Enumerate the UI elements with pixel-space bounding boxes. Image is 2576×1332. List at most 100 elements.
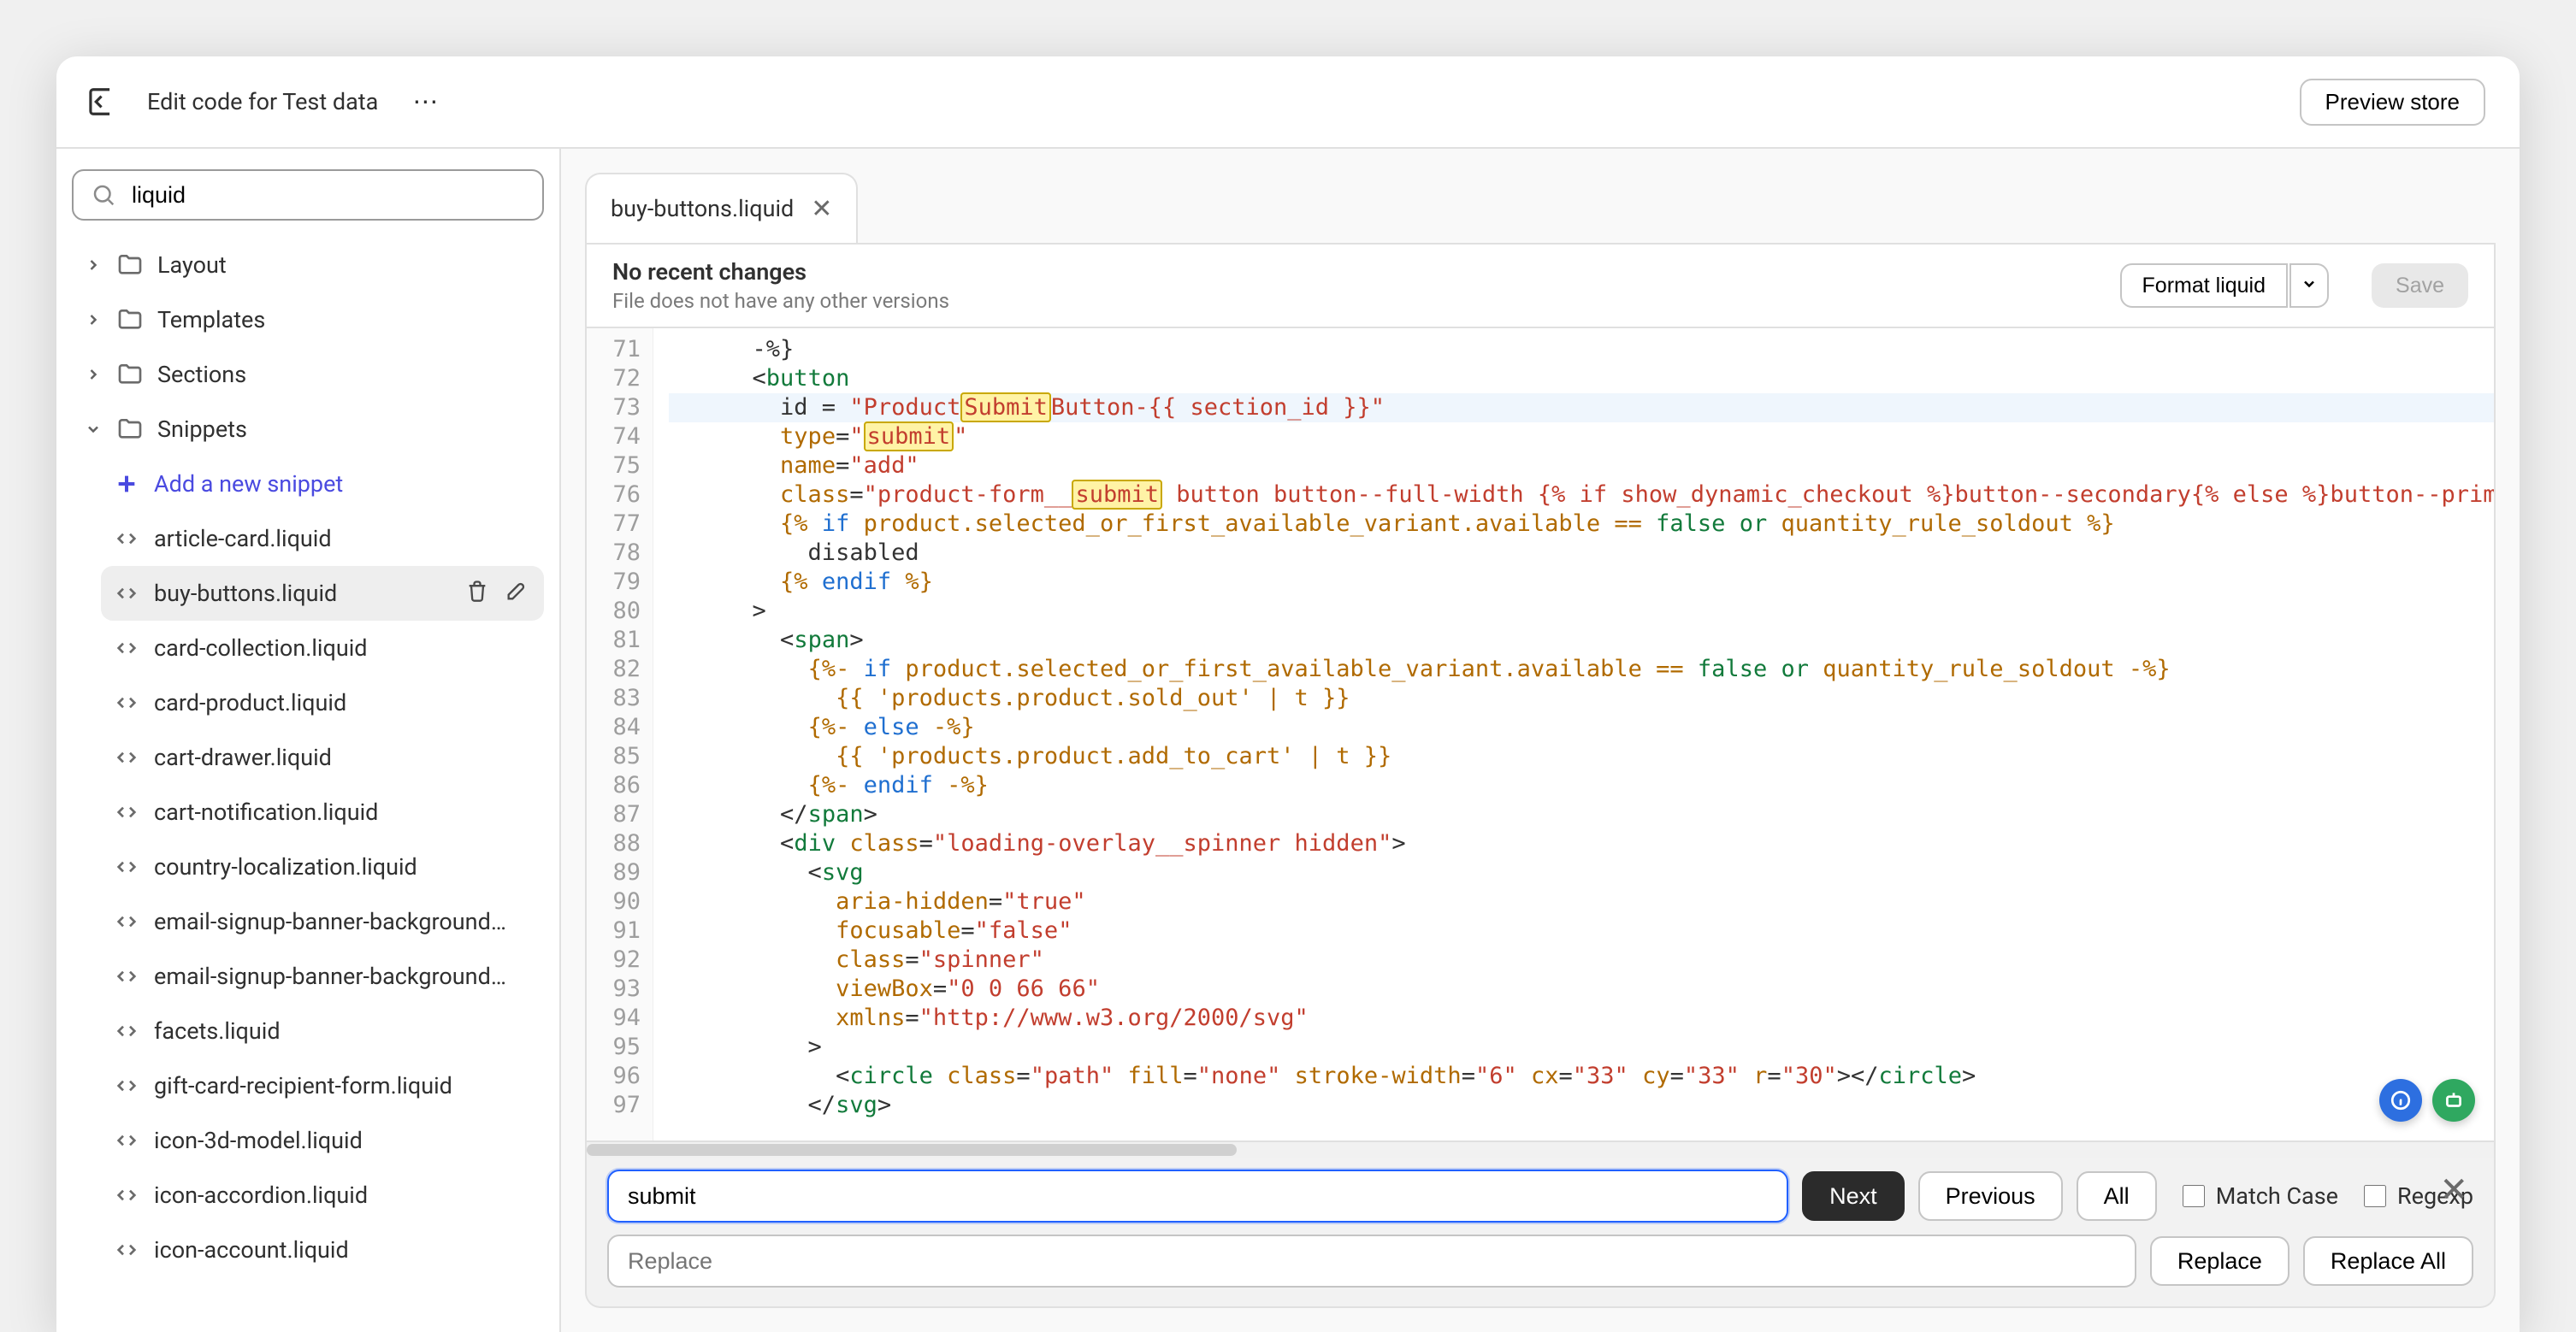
scrollbar-thumb[interactable] (587, 1144, 1237, 1156)
snippet-label: cart-notification.liquid (154, 799, 532, 826)
snippet-item[interactable]: facets.liquid (101, 1004, 544, 1058)
folder-label: Templates (157, 306, 265, 333)
snippet-item[interactable]: email-signup-banner-background… (101, 894, 544, 949)
code-file-icon (113, 580, 140, 607)
find-input[interactable] (607, 1170, 1788, 1223)
rename-icon[interactable] (501, 575, 532, 612)
code-file-icon (113, 963, 140, 990)
snippet-label: cart-drawer.liquid (154, 744, 532, 771)
code-body[interactable]: -%} <button id = "ProductSubmitButton-{{… (653, 328, 2494, 1140)
horizontal-scrollbar[interactable] (585, 1142, 2496, 1158)
code-file-icon (113, 1072, 140, 1099)
folder-layout[interactable]: Layout (72, 238, 544, 292)
code-file-icon (113, 908, 140, 935)
chevron-right-icon (84, 311, 103, 328)
tab-file[interactable]: buy-buttons.liquid ✕ (585, 173, 858, 243)
version-infobar: No recent changes File does not have any… (585, 243, 2496, 328)
folder-label: Sections (157, 361, 246, 388)
infobar-subtitle: File does not have any other versions (612, 289, 949, 313)
row-actions (462, 575, 532, 612)
find-replace-panel: ✕ Next Previous All Match Case Regexp (585, 1158, 2496, 1308)
close-icon[interactable]: ✕ (811, 194, 832, 224)
editor-floating-actions (2379, 1079, 2475, 1122)
folder-templates[interactable]: Templates (72, 292, 544, 347)
replace-button[interactable]: Replace (2150, 1236, 2289, 1286)
find-next-button[interactable]: Next (1802, 1171, 1905, 1221)
snippet-item[interactable]: icon-account.liquid (101, 1223, 544, 1277)
find-all-button[interactable]: All (2077, 1171, 2157, 1221)
snippet-label: email-signup-banner-background… (154, 908, 532, 935)
snippet-item[interactable]: card-product.liquid (101, 675, 544, 730)
snippet-label: card-product.liquid (154, 689, 532, 716)
more-icon[interactable]: ⋯ (402, 80, 450, 124)
regexp-input[interactable] (2364, 1185, 2386, 1207)
save-button[interactable]: Save (2372, 263, 2468, 308)
match-case-label: Match Case (2216, 1182, 2338, 1210)
folder-label: Layout (157, 251, 227, 279)
line-gutter: 7172737475767778798081828384858687888990… (587, 328, 653, 1140)
snippet-item[interactable]: icon-accordion.liquid (101, 1168, 544, 1223)
snippet-item[interactable]: gift-card-recipient-form.liquid (101, 1058, 544, 1113)
tab-bar: buy-buttons.liquid ✕ (585, 173, 2496, 243)
sidebar-search-input[interactable] (72, 169, 544, 221)
format-liquid-dropdown[interactable] (2289, 263, 2329, 308)
infobar-title: No recent changes (612, 258, 949, 286)
snippet-item[interactable]: email-signup-banner-background… (101, 949, 544, 1004)
snippet-label: facets.liquid (154, 1017, 532, 1045)
chevron-right-icon (84, 256, 103, 274)
code-file-icon (113, 1017, 140, 1045)
close-icon[interactable]: ✕ (2439, 1173, 2468, 1207)
folder-snippets[interactable]: Snippets (72, 402, 544, 457)
folder-label: Snippets (157, 416, 247, 443)
snippet-item[interactable]: cart-notification.liquid (101, 785, 544, 840)
code-file-icon (113, 1182, 140, 1209)
replace-all-button[interactable]: Replace All (2303, 1236, 2473, 1286)
main: Layout Templates Sections Snippets Add a n… (56, 149, 2520, 1332)
snippet-label: icon-3d-model.liquid (154, 1127, 532, 1154)
match-case-checkbox[interactable]: Match Case (2179, 1182, 2338, 1210)
snippet-label: icon-account.liquid (154, 1236, 532, 1264)
add-snippet-button[interactable]: Add a new snippet (101, 457, 544, 511)
file-tree[interactable]: Layout Templates Sections Snippets Add a n… (72, 238, 544, 1332)
code-file-icon (113, 799, 140, 826)
search-icon (91, 182, 116, 208)
snippet-item[interactable]: country-localization.liquid (101, 840, 544, 894)
snippet-item[interactable]: icon-3d-model.liquid (101, 1113, 544, 1168)
code-file-icon (113, 525, 140, 552)
sidebar: Layout Templates Sections Snippets Add a n… (56, 149, 561, 1332)
add-snippet-label: Add a new snippet (154, 470, 343, 498)
preview-store-button[interactable]: Preview store (2300, 79, 2486, 126)
code-editor[interactable]: 7172737475767778798081828384858687888990… (585, 328, 2496, 1142)
snippet-label: card-collection.liquid (154, 634, 532, 662)
assistant-icon[interactable] (2432, 1079, 2475, 1122)
app-window: Edit code for Test data ⋯ Preview store … (56, 56, 2520, 1332)
format-liquid-button[interactable]: Format liquid (2120, 263, 2289, 308)
folder-icon (116, 416, 144, 443)
snippet-label: buy-buttons.liquid (154, 580, 448, 607)
code-file-icon (113, 744, 140, 771)
snippet-item[interactable]: card-collection.liquid (101, 621, 544, 675)
code-file-icon (113, 853, 140, 881)
code-file-icon (113, 1236, 140, 1264)
plus-icon (113, 470, 140, 498)
snippet-label: email-signup-banner-background… (154, 963, 532, 990)
match-case-input[interactable] (2183, 1185, 2205, 1207)
info-icon[interactable] (2379, 1079, 2422, 1122)
code-file-icon (113, 1127, 140, 1154)
find-previous-button[interactable]: Previous (1918, 1171, 2063, 1221)
code-file-icon (113, 634, 140, 662)
snippet-label: icon-accordion.liquid (154, 1182, 532, 1209)
snippet-item[interactable]: buy-buttons.liquid (101, 566, 544, 621)
snippet-item[interactable]: cart-drawer.liquid (101, 730, 544, 785)
chevron-down-icon (84, 421, 103, 438)
page-title: Edit code for Test data (147, 88, 378, 115)
topbar: Edit code for Test data ⋯ Preview store (56, 56, 2520, 149)
exit-icon[interactable] (77, 79, 123, 125)
folder-sections[interactable]: Sections (72, 347, 544, 402)
tab-label: buy-buttons.liquid (611, 195, 794, 222)
editor: buy-buttons.liquid ✕ No recent changes F… (561, 149, 2520, 1332)
delete-icon[interactable] (462, 575, 493, 612)
replace-input[interactable] (607, 1235, 2136, 1288)
snippet-item[interactable]: article-card.liquid (101, 511, 544, 566)
sidebar-search (72, 169, 544, 221)
